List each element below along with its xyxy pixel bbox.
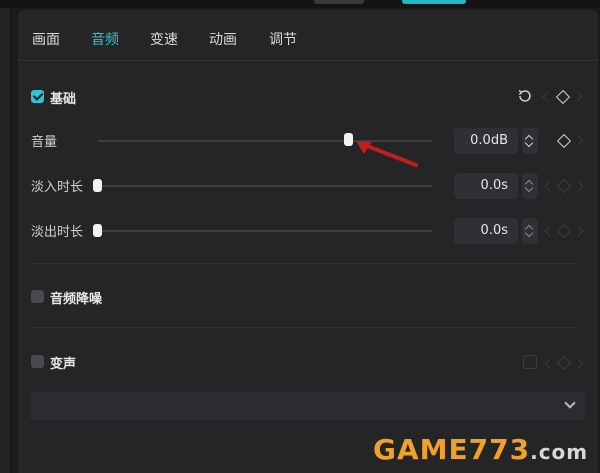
fade-out-keyframe-icon[interactable] (556, 223, 572, 239)
fade-in-slider-thumb[interactable] (93, 179, 102, 192)
voice-change-prev-keyframe-icon[interactable] (544, 358, 555, 369)
voice-change-label: 变声 (50, 357, 77, 372)
fade-out-value-field[interactable]: 0.0s (454, 218, 518, 244)
top-toolbar-strip (0, 0, 600, 8)
voice-change-keyframe-icon[interactable] (556, 355, 572, 371)
tab-audio[interactable]: 音频 (91, 29, 119, 49)
volume-keyframe-icon[interactable] (556, 133, 572, 149)
basic-checkbox[interactable] (31, 90, 44, 103)
tab-animation[interactable]: 动画 (209, 29, 237, 49)
annotation-arrow-icon (356, 141, 418, 167)
voice-change-dropdown[interactable] (30, 392, 586, 420)
volume-stepper[interactable] (522, 128, 538, 154)
site-watermark: GAME773.com (373, 433, 589, 466)
noise-reduction-checkbox[interactable] (31, 290, 44, 303)
fade-out-label: 淡出时长 (31, 225, 84, 240)
tab-bar: 画面 音频 变速 动画 调节 (18, 10, 598, 61)
next-keyframe-icon[interactable] (572, 91, 583, 102)
toolbar-button[interactable] (314, 0, 364, 4)
chevron-down-icon (564, 397, 576, 409)
voice-change-checkbox[interactable] (31, 355, 44, 368)
section-divider (30, 327, 578, 328)
tab-speed[interactable]: 变速 (150, 29, 178, 49)
fade-out-slider-track[interactable] (98, 230, 432, 232)
noise-reduction-label: 音频降噪 (50, 292, 103, 307)
keyframe-diamond-icon[interactable] (555, 89, 571, 105)
fade-out-slider-thumb[interactable] (93, 224, 102, 237)
fade-in-value-field[interactable]: 0.0s (454, 173, 518, 199)
fade-out-next-keyframe-icon[interactable] (573, 226, 584, 237)
left-pane-edge (0, 8, 11, 473)
fade-out-stepper[interactable] (522, 218, 538, 244)
reset-icon[interactable] (517, 88, 533, 104)
fade-in-stepper[interactable] (522, 173, 538, 199)
properties-panel: 画面 音频 变速 动画 调节 基础 音量 0.0dB 淡入时长 0.0s 淡出时… (18, 10, 598, 473)
volume-next-keyframe-icon[interactable] (573, 135, 584, 146)
voice-change-next-keyframe-icon[interactable] (573, 358, 584, 369)
export-button[interactable] (402, 0, 466, 4)
fade-in-label: 淡入时长 (31, 180, 84, 195)
tab-adjust[interactable]: 调节 (269, 29, 297, 49)
fade-in-keyframe-icon[interactable] (556, 178, 572, 194)
section-divider (30, 263, 578, 264)
tab-video[interactable]: 画面 (32, 29, 60, 49)
fade-in-prev-keyframe-icon[interactable] (544, 181, 555, 192)
prev-keyframe-icon[interactable] (542, 91, 553, 102)
fade-in-slider-track[interactable] (98, 185, 432, 187)
voice-change-reset-icon[interactable] (523, 355, 537, 369)
basic-section-label: 基础 (50, 92, 77, 107)
fade-out-prev-keyframe-icon[interactable] (544, 226, 555, 237)
volume-label: 音量 (31, 135, 58, 150)
fade-in-next-keyframe-icon[interactable] (573, 181, 584, 192)
volume-value-field[interactable]: 0.0dB (454, 128, 518, 154)
